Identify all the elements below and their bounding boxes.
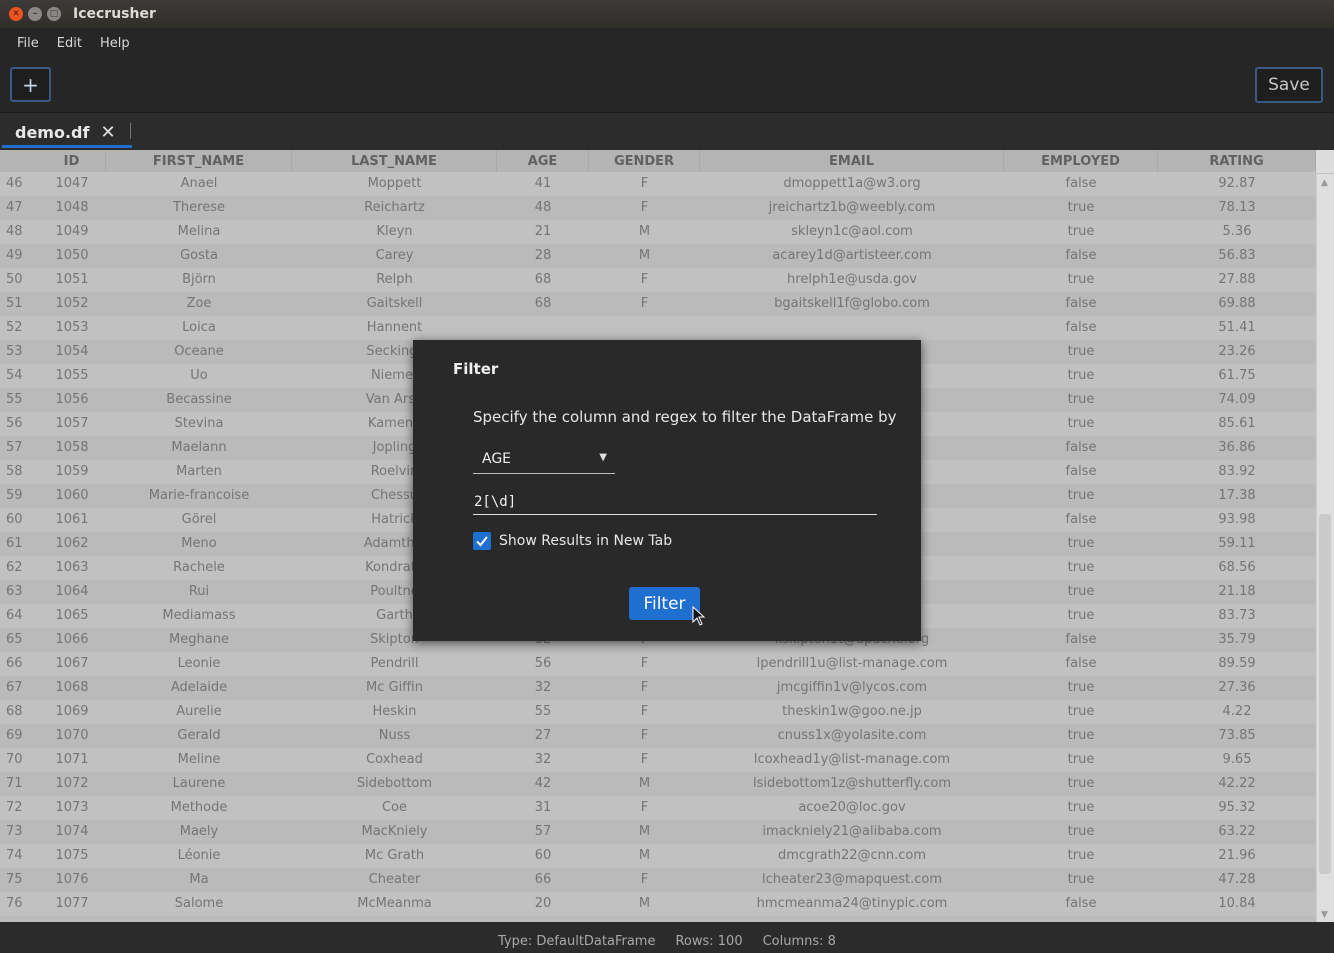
tab-separator [130,123,131,139]
menu-help[interactable]: Help [92,36,138,51]
checkmark-icon [476,536,488,547]
filter-dialog: Filter Specify the column and regex to f… [413,340,921,641]
window-title: Icecrusher [73,6,156,22]
save-button[interactable]: Save [1255,67,1323,103]
scroll-down-icon[interactable]: ▼ [1321,910,1328,920]
mouse-cursor-icon [692,606,706,626]
title-bar: ✕ – □ Icecrusher [0,0,1334,28]
tab-label: demo.df [15,123,90,142]
column-select[interactable]: AGE ▼ [473,448,615,474]
column-select-value: AGE [482,451,512,467]
status-rows: Rows: 100 [675,934,743,949]
add-button[interactable]: + [10,67,51,102]
menu-bar: File Edit Help [0,28,1334,58]
menu-edit[interactable]: Edit [49,36,90,51]
filter-button[interactable]: Filter [629,587,700,620]
dialog-description: Specify the column and regex to filter t… [473,408,897,426]
new-tab-checkbox-row[interactable]: Show Results in New Tab [473,532,672,550]
regex-input[interactable] [473,490,877,515]
tab-bar: demo.df ✕ [0,112,1334,148]
toolbar: + Save [0,58,1334,112]
dropdown-arrow-icon: ▼ [599,452,607,463]
status-columns: Columns: 8 [762,934,836,949]
menu-file[interactable]: File [9,36,47,51]
vertical-scrollbar[interactable]: ▲ ▼ [1316,174,1334,922]
status-type: Type: DefaultDataFrame [498,934,656,949]
scroll-up-icon[interactable]: ▲ [1321,178,1328,188]
maximize-window-button[interactable]: □ [47,7,61,21]
status-bar: Type: DefaultDataFrame Rows: 100 Columns… [0,930,1334,953]
close-tab-icon[interactable]: ✕ [100,122,115,143]
dialog-title: Filter [453,360,499,378]
scrollbar-thumb[interactable] [1319,514,1331,874]
active-tab-indicator [2,145,132,148]
close-window-button[interactable]: ✕ [9,7,23,21]
checkbox-label: Show Results in New Tab [499,533,673,549]
new-tab-checkbox[interactable] [473,532,491,550]
minimize-window-button[interactable]: – [28,7,42,21]
